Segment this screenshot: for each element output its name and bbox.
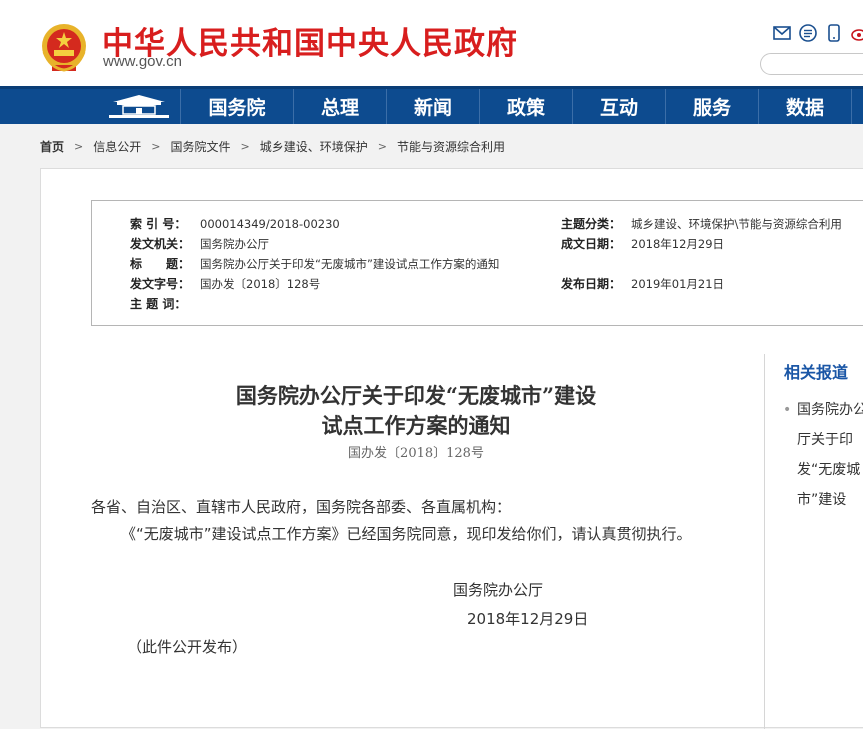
document-greeting: 各省、自治区、直辖市人民政府，国务院各部委、各直属机构： [91,498,512,516]
meta-doc-number-value: 国办发〔2018〕128号 [200,277,321,291]
nav-item-data[interactable]: 数据 [758,89,851,124]
breadcrumb: 首页 > 信息公开 > 国务院文件 > 城乡建设、环境保护 > 节能与资源综合利… [40,138,505,155]
related-reports-list: • 国务院办公厅关于印发“无废城市”建设 [783,395,863,515]
meta-issuer-label: 发文机关： [130,237,191,251]
document-signature-org: 国务院办公厅 [453,581,544,599]
mail-icon[interactable] [773,24,791,42]
meta-keywords-row: 主 题 词： [130,295,200,312]
meta-publish-value: 2019年01月21日 [631,277,725,291]
meta-category-value: 城乡建设、环境保护\节能与资源综合利用 [631,217,842,231]
meta-date-written-label: 成文日期： [561,237,622,251]
document-paragraph: 《“无废城市”建设试点工作方案》已经国务院同意，现印发给你们，请认真贯彻执行。 [121,525,692,543]
list-icon[interactable] [799,24,817,42]
document-number: 国办发〔2018〕128号 [348,446,484,461]
meta-title-row: 标 题： 国务院办公厅关于印发“无废城市”建设试点工作方案的通知 [130,255,499,272]
meta-index-value: 000014349/2018-00230 [200,217,340,231]
chevron-right-icon: > [74,140,84,153]
related-reports-title: 相关报道 [784,363,849,382]
meta-index-row: 索 引 号： 000014349/2018-00230 [130,215,340,232]
home-gate-icon[interactable] [98,89,180,124]
breadcrumb-state-council-docs[interactable]: 国务院文件 [170,138,230,155]
meta-publish-label: 发布日期： [561,277,622,291]
chevron-right-icon: > [240,140,250,153]
meta-title-label: 标 题： [130,257,191,271]
meta-doc-number-row: 发文字号： 国办发〔2018〕128号 [130,275,320,292]
meta-title-value: 国务院办公厅关于印发“无废城市”建设试点工作方案的通知 [200,257,500,271]
related-report-text[interactable]: 国务院办公厅关于印发“无废城市”建设 [797,402,863,508]
nav-item-divider [851,89,863,124]
chevron-right-icon: > [377,140,387,153]
bullet-icon: • [783,402,792,418]
header-icon-group [773,24,863,42]
meta-date-written-row: 成文日期： 2018年12月29日 [561,235,724,252]
nav-item-state-council[interactable]: 国务院 [180,89,293,124]
meta-index-label: 索 引 号： [130,217,187,231]
meta-category-row: 主题分类： 城乡建设、环境保护\节能与资源综合利用 [561,215,842,232]
breadcrumb-home[interactable]: 首页 [40,138,64,155]
nav-item-interaction[interactable]: 互动 [572,89,665,124]
document-title: 国务院办公厅关于印发“无废城市”建设 试点工作方案的通知 [91,381,741,441]
nav-item-news[interactable]: 新闻 [386,89,479,124]
site-header: 中华人民共和国中央人民政府 www.gov.cn [0,0,863,86]
breadcrumb-urban-env[interactable]: 城乡建设、环境保护 [260,138,368,155]
search-input[interactable] [760,53,863,75]
breadcrumb-info-disclosure[interactable]: 信息公开 [93,138,141,155]
breadcrumb-energy-saving[interactable]: 节能与资源综合利用 [397,138,505,155]
meta-doc-number-label: 发文字号： [130,277,191,291]
nav-item-premier[interactable]: 总理 [293,89,386,124]
document-metadata-table: 索 引 号： 000014349/2018-00230 主题分类： 城乡建设、环境保… [91,200,863,326]
related-report-link[interactable]: • 国务院办公厅关于印发“无废城市”建设 [783,395,863,515]
meta-issuer-value: 国务院办公厅 [200,237,269,251]
chevron-right-icon: > [151,140,161,153]
meta-date-written-value: 2018年12月29日 [631,237,725,251]
weibo-icon[interactable] [851,24,863,42]
site-url[interactable]: www.gov.cn [103,53,182,70]
national-emblem-icon[interactable] [40,22,88,74]
meta-keywords-label: 主 题 词： [130,297,187,311]
nav-item-policy[interactable]: 政策 [479,89,572,124]
meta-category-label: 主题分类： [561,217,622,231]
nav-item-service[interactable]: 服务 [665,89,758,124]
column-divider [764,354,765,729]
document-publication-note: （此件公开发布） [127,638,248,656]
content-panel: 索 引 号： 000014349/2018-00230 主题分类： 城乡建设、环境保… [40,168,863,729]
document-signature-date: 2018年12月29日 [467,610,589,628]
mobile-icon[interactable] [825,24,843,42]
document-title-line-1: 国务院办公厅关于印发“无废城市”建设 [235,383,597,408]
meta-publish-row: 发布日期： 2019年01月21日 [561,275,724,292]
meta-issuer-row: 发文机关： 国务院办公厅 [130,235,269,252]
main-nav: 国务院 总理 新闻 政策 互动 服务 数据 [0,86,863,124]
document-title-line-2: 试点工作方案的通知 [321,413,511,438]
